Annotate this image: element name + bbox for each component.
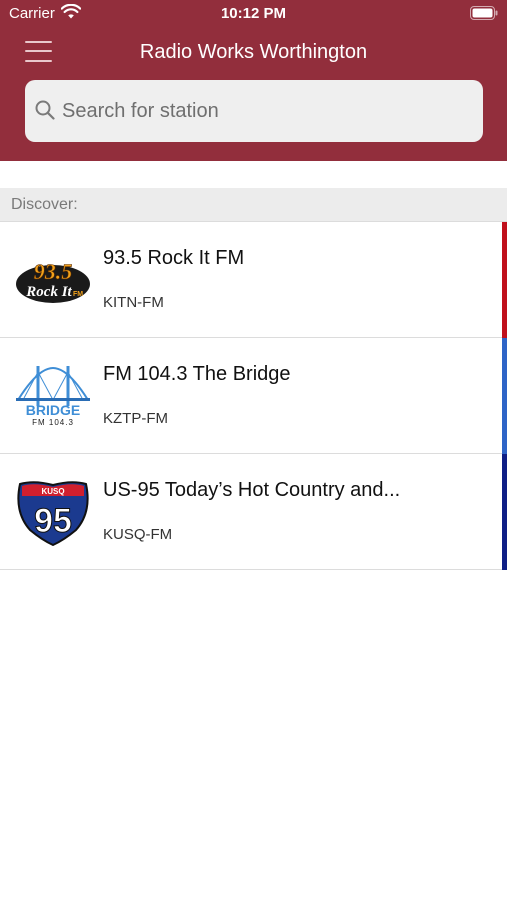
station-call-sign: KITN-FM bbox=[103, 294, 164, 311]
search-bar[interactable] bbox=[25, 80, 483, 142]
station-accent-bar bbox=[502, 338, 507, 454]
station-logo-rock-it: 93.5 Rock It FM bbox=[16, 259, 90, 303]
station-call-sign: KUSQ-FM bbox=[103, 526, 173, 543]
station-logo-us95: KUSQ 95 bbox=[17, 481, 89, 546]
station-logo-bridge: BRIDGE FM 104.3 bbox=[16, 366, 90, 427]
logo-text-line2: Rock It bbox=[25, 284, 72, 300]
station-row-kitn[interactable]: 93.5 Rock It FM 93.5 Rock It FM KITN-FM bbox=[0, 222, 507, 338]
status-time: 10:12 PM bbox=[220, 5, 287, 22]
logo-text-line3: FM bbox=[73, 291, 83, 298]
station-name: 93.5 Rock It FM bbox=[103, 247, 245, 269]
station-name: FM 104.3 The Bridge bbox=[103, 363, 291, 385]
search-icon bbox=[35, 100, 55, 120]
logo-text-line1: KUSQ bbox=[41, 487, 64, 496]
station-name: US-95 Today’s Hot Country and... bbox=[103, 479, 401, 501]
battery-icon bbox=[470, 6, 498, 20]
station-row-kusq[interactable]: KUSQ 95 US-95 Today’s Hot Country and...… bbox=[0, 454, 507, 570]
station-call-sign: KZTP-FM bbox=[103, 410, 168, 427]
station-row-kztp[interactable]: BRIDGE FM 104.3 FM 104.3 The Bridge KZTP… bbox=[0, 338, 507, 454]
section-label: Discover: bbox=[11, 196, 78, 213]
logo-text-line1: 93.5 bbox=[34, 259, 73, 284]
status-bar: Carrier 10:12 PM bbox=[0, 0, 507, 28]
search-input[interactable] bbox=[62, 95, 462, 127]
logo-text-line2: FM 104.3 bbox=[32, 418, 74, 427]
app-header: Carrier 10:12 PM Radio Works Worthington bbox=[0, 0, 507, 161]
station-accent-bar bbox=[502, 454, 507, 570]
logo-text-line2: 95 bbox=[34, 502, 72, 540]
page-title: Radio Works Worthington bbox=[139, 41, 368, 63]
discover-section-header: Discover: bbox=[0, 188, 507, 222]
logo-text-line1: BRIDGE bbox=[26, 402, 80, 418]
station-accent-bar bbox=[502, 222, 507, 338]
